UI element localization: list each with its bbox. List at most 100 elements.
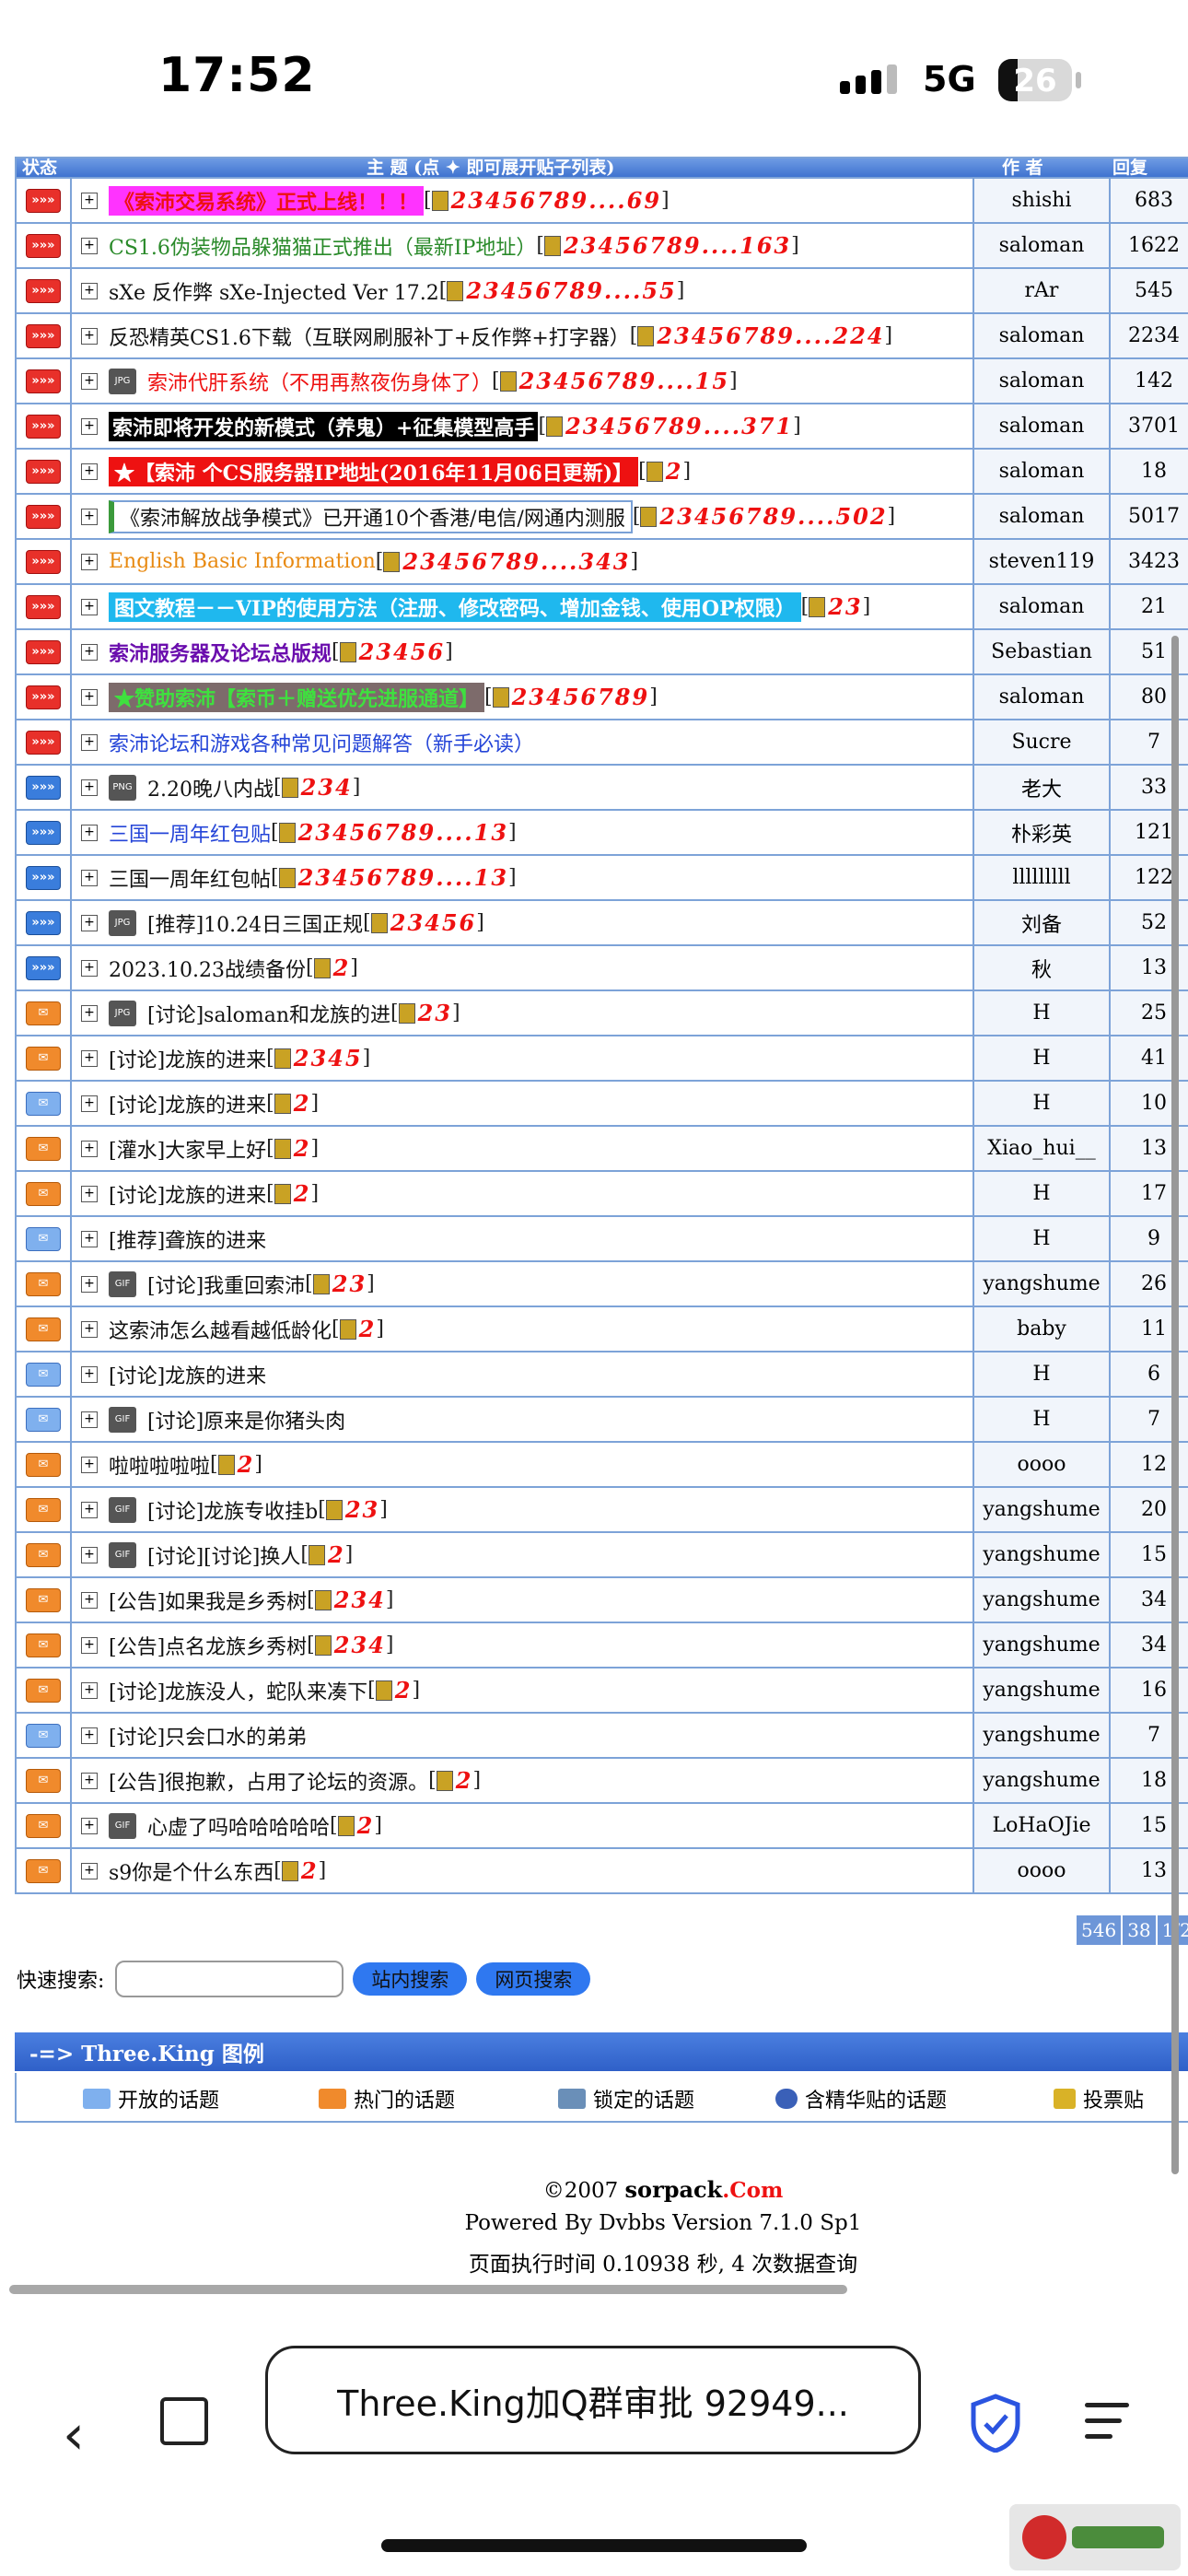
- expand-icon[interactable]: +: [81, 508, 98, 525]
- search-input[interactable]: [115, 1961, 344, 1997]
- author-cell[interactable]: H: [974, 1352, 1111, 1396]
- topic-title[interactable]: [公告]很抱歉，占用了论坛的资源。: [109, 1766, 428, 1796]
- expand-icon[interactable]: +: [81, 282, 98, 299]
- page-links[interactable]: 23456789....55: [447, 277, 676, 304]
- site-search-button[interactable]: 站内搜索: [353, 1962, 468, 1996]
- page-links[interactable]: 23456789....69: [431, 187, 661, 214]
- page-numbers[interactable]: 23456789....502: [659, 503, 887, 530]
- author-cell[interactable]: H: [974, 1082, 1111, 1125]
- page-numbers[interactable]: 23: [345, 1496, 379, 1523]
- table-row[interactable]: ✉ + [讨论]龙族的进来[2] H 10: [17, 1082, 1188, 1127]
- topic-title[interactable]: 2.20晚八内战: [147, 773, 274, 802]
- topic-title[interactable]: 《索沛解放战争模式》已开通10个香港/电信/网通内测服: [109, 499, 633, 533]
- topic-title[interactable]: [讨论]龙族的进来: [109, 1089, 266, 1118]
- author-cell[interactable]: 老大: [974, 766, 1111, 809]
- expand-icon[interactable]: +: [81, 417, 98, 435]
- author-cell[interactable]: yangshume: [974, 1669, 1111, 1712]
- table-row[interactable]: ✉ + 这索沛怎么越看越低龄化[2] baby 11: [17, 1307, 1188, 1352]
- page-links[interactable]: 2345: [274, 1045, 363, 1071]
- page-links[interactable]: 23: [312, 1270, 367, 1297]
- page-numbers[interactable]: 23456789....15: [519, 368, 729, 394]
- page-links[interactable]: 234: [281, 774, 353, 801]
- table-row[interactable]: »»» + 索沛即将开发的新模式（养鬼）+征集模型高手[23456789....37…: [17, 404, 1188, 450]
- table-row[interactable]: ✉ + [讨论]龙族的进来[2] H 17: [17, 1172, 1188, 1217]
- expand-icon[interactable]: +: [81, 327, 98, 345]
- expand-icon[interactable]: +: [81, 959, 98, 977]
- topic-title[interactable]: 索沛代肝系统（不用再熬夜伤身体了）: [147, 367, 492, 396]
- page-links[interactable]: 2: [217, 1451, 255, 1478]
- page-links[interactable]: 23456789....15: [499, 368, 729, 394]
- expand-icon[interactable]: +: [81, 779, 98, 796]
- page-links[interactable]: 2: [313, 954, 351, 981]
- topic-title[interactable]: 三国一周年红包贴: [109, 818, 271, 848]
- author-cell[interactable]: H: [974, 1036, 1111, 1080]
- table-row[interactable]: »»» + 三国一周年红包帖[23456789....13] lllllllll 122: [17, 856, 1188, 901]
- expand-icon[interactable]: +: [81, 1772, 98, 1789]
- page-links[interactable]: 2: [337, 1812, 375, 1839]
- tabs-icon[interactable]: [160, 2397, 208, 2445]
- table-row[interactable]: ✉ + [讨论]龙族的进来 H 6: [17, 1352, 1188, 1398]
- topic-title[interactable]: 索沛论坛和游戏各种常见问题解答（新手必读）: [109, 728, 534, 757]
- topic-title[interactable]: [讨论]龙族的进来: [109, 1044, 266, 1073]
- author-cell[interactable]: yangshume: [974, 1714, 1111, 1757]
- table-row[interactable]: ✉ + 啦啦啦啦啦[2] oooo 12: [17, 1443, 1188, 1488]
- author-cell[interactable]: yangshume: [974, 1488, 1111, 1531]
- table-row[interactable]: ✉ + [推荐]聋族的进来 H 9: [17, 1217, 1188, 1262]
- site-name[interactable]: sorpack: [625, 2176, 723, 2203]
- topic-title[interactable]: 心虚了吗哈哈哈哈哈: [147, 1811, 330, 1841]
- author-cell[interactable]: saloman: [974, 675, 1111, 719]
- expand-icon[interactable]: +: [81, 1727, 98, 1744]
- page-numbers[interactable]: 2: [294, 1180, 311, 1207]
- expand-icon[interactable]: +: [81, 1185, 98, 1202]
- topic-title[interactable]: [讨论][讨论]换人: [147, 1540, 300, 1570]
- expand-icon[interactable]: +: [81, 824, 98, 841]
- author-cell[interactable]: oooo: [974, 1443, 1111, 1486]
- page-numbers[interactable]: 23456789....371: [565, 413, 793, 439]
- author-cell[interactable]: Sebastian: [974, 630, 1111, 673]
- author-cell[interactable]: saloman: [974, 314, 1111, 357]
- page-links[interactable]: 23456789....163: [543, 232, 791, 259]
- topic-title[interactable]: [讨论]龙族的进来: [109, 1179, 266, 1209]
- topic-title[interactable]: [讨论]龙族没人，蛇队来凑下: [109, 1676, 367, 1705]
- author-cell[interactable]: H: [974, 1398, 1111, 1441]
- page-numbers[interactable]: 2: [456, 1767, 473, 1794]
- topic-title[interactable]: 索沛即将开发的新模式（养鬼）+征集模型高手: [109, 411, 539, 441]
- page-numbers[interactable]: 234: [301, 774, 353, 801]
- page-numbers[interactable]: 23456789....55: [466, 277, 676, 304]
- table-row[interactable]: »»» + JPG 索沛代肝系统（不用再熬夜伤身体了）[23456789....15]…: [17, 359, 1188, 404]
- table-row[interactable]: »»» + 图文教程－－VIP的使用方法（注册、修改密码、增加金钱、使用OP权限）[…: [17, 585, 1188, 630]
- page-links[interactable]: 23456789....13: [278, 864, 508, 891]
- table-row[interactable]: ✉ + GIF [讨论][讨论]换人[2] yangshume 15: [17, 1533, 1188, 1578]
- expand-icon[interactable]: +: [81, 914, 98, 931]
- expand-icon[interactable]: +: [81, 372, 98, 390]
- table-row[interactable]: ✉ + s9你是个什么东西[2] oooo 13: [17, 1849, 1188, 1894]
- page-links[interactable]: 23: [398, 1000, 452, 1026]
- table-row[interactable]: »»» + 反恐精英CS1.6下载（互联网刷服补丁+反作弊+打字器）[2345678…: [17, 314, 1188, 359]
- table-row[interactable]: »»» + sXe 反作弊 sXe-Injected Ver 17.2[234567…: [17, 269, 1188, 314]
- web-search-button[interactable]: 网页搜索: [476, 1962, 591, 1996]
- page-numbers[interactable]: 23456789....224: [657, 322, 884, 349]
- page-links[interactable]: 2: [646, 458, 683, 485]
- author-cell[interactable]: yangshume: [974, 1533, 1111, 1576]
- table-row[interactable]: ✉ + [公告]点名龙族乡秀树[234] yangshume 34: [17, 1623, 1188, 1669]
- author-cell[interactable]: yangshume: [974, 1262, 1111, 1306]
- page-links[interactable]: 23456789....343: [383, 548, 630, 575]
- author-cell[interactable]: 秋: [974, 946, 1111, 989]
- page-links[interactable]: 234: [314, 1587, 386, 1613]
- author-cell[interactable]: H: [974, 991, 1111, 1035]
- page-links[interactable]: 23456789: [492, 684, 650, 710]
- page-numbers[interactable]: 23456789....163: [564, 232, 791, 259]
- topic-title[interactable]: 索沛服务器及论坛总版规: [109, 638, 332, 667]
- table-row[interactable]: ✉ + [讨论]只会口水的弟弟 yangshume 7: [17, 1714, 1188, 1759]
- author-cell[interactable]: rAr: [974, 269, 1111, 312]
- page-numbers[interactable]: 2345: [294, 1045, 363, 1071]
- page-numbers[interactable]: 23456789....343: [402, 548, 630, 575]
- topic-title[interactable]: s9你是个什么东西: [109, 1856, 274, 1886]
- author-cell[interactable]: shishi: [974, 179, 1111, 222]
- page-numbers[interactable]: 2: [666, 458, 683, 485]
- table-row[interactable]: ✉ + [公告]很抱歉，占用了论坛的资源。[2] yangshume 18: [17, 1759, 1188, 1804]
- page-links[interactable]: 2: [274, 1135, 311, 1162]
- expand-icon[interactable]: +: [81, 869, 98, 886]
- table-row[interactable]: ✉ + GIF [讨论]我重回索沛[23] yangshume 26: [17, 1262, 1188, 1307]
- page-links[interactable]: 234: [314, 1632, 386, 1658]
